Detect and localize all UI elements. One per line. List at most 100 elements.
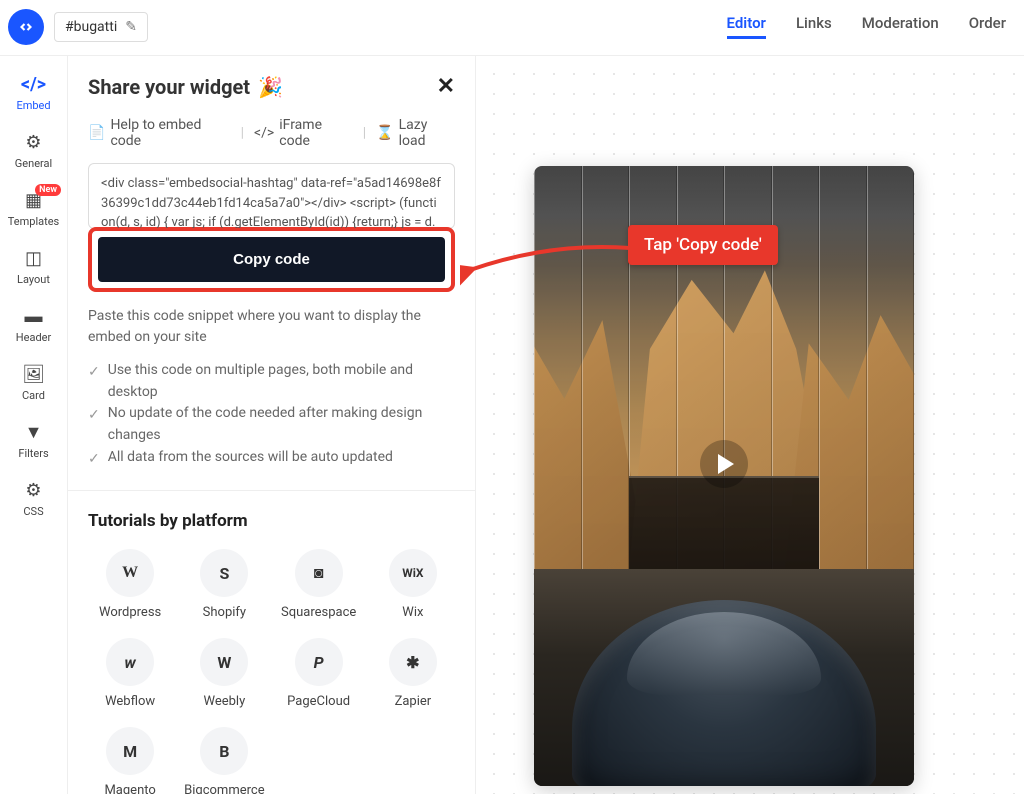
- platform-label: Magento: [104, 783, 155, 794]
- gear-icon: ⚙: [25, 480, 41, 501]
- check-item: ✓No update of the code needed after maki…: [88, 403, 455, 446]
- sidebar-item-header[interactable]: ▬ Header: [0, 298, 67, 352]
- platform-pagecloud[interactable]: PPageCloud: [277, 638, 361, 709]
- sidebar-item-card[interactable]: 🖼 Card: [0, 356, 67, 410]
- sidebar-item-filters[interactable]: ▼ Filters: [0, 414, 67, 468]
- platform-label: Shopify: [203, 605, 246, 620]
- zapier-icon: ✱: [389, 638, 437, 686]
- tab-moderation[interactable]: Moderation: [862, 14, 939, 39]
- check-icon: ✓: [88, 405, 100, 446]
- platform-squarespace[interactable]: ◙ Squarespace: [277, 549, 361, 620]
- pagecloud-icon: P: [295, 638, 343, 686]
- platform-label: Weebly: [204, 694, 246, 709]
- tab-editor[interactable]: Editor: [727, 14, 766, 39]
- wordpress-icon: W: [106, 549, 154, 597]
- check-icon: ✓: [88, 449, 100, 471]
- platform-zapier[interactable]: ✱ Zapier: [371, 638, 455, 709]
- tutorials-grid: WWordpress SShopify ◙Squarespace WiXWix …: [88, 549, 455, 794]
- help-embed-text: Help to embed code: [110, 117, 230, 149]
- panel-title-text: Share your widget: [88, 75, 250, 99]
- sidebar-label: General: [15, 157, 52, 170]
- top-bar: #bugatti ✎ Editor Links Moderation Order: [0, 0, 1024, 56]
- help-row: 📄 Help to embed code | </> iFrame code |…: [88, 117, 455, 149]
- check-text: All data from the sources will be auto u…: [108, 447, 393, 471]
- sidebar-label: Card: [22, 389, 45, 402]
- webflow-icon: w: [106, 638, 154, 686]
- iframe-code-link[interactable]: </> iFrame code: [254, 117, 353, 149]
- platform-label: Bigcommerce: [184, 783, 264, 794]
- platform-magento[interactable]: M Magento: [88, 727, 172, 794]
- preview-canvas: [476, 56, 1024, 794]
- separator: |: [241, 125, 244, 141]
- sidebar-label: Layout: [17, 273, 50, 286]
- edit-icon[interactable]: ✎: [125, 19, 137, 35]
- sidebar-item-templates[interactable]: New ▦ Templates: [0, 182, 67, 236]
- weebly-icon: W: [200, 638, 248, 686]
- sidebar-label: CSS: [23, 505, 43, 518]
- sidebar-item-embed[interactable]: </> Embed: [0, 66, 67, 120]
- new-badge: New: [35, 184, 61, 196]
- iframe-text: iFrame code: [279, 117, 352, 149]
- sidebar-label: Templates: [8, 215, 59, 228]
- card-icon: 🖼: [22, 364, 45, 385]
- divider: [68, 490, 475, 491]
- play-icon[interactable]: [700, 440, 748, 488]
- platform-bigcommerce[interactable]: B Bigcommerce: [182, 727, 266, 794]
- magento-icon: M: [106, 727, 154, 775]
- tab-order[interactable]: Order: [969, 14, 1006, 39]
- platform-label: Zapier: [395, 694, 432, 709]
- squarespace-icon: ◙: [295, 549, 343, 597]
- app-logo[interactable]: [8, 9, 44, 45]
- sidebar-item-css[interactable]: ⚙ CSS: [0, 472, 67, 526]
- separator: |: [363, 125, 366, 141]
- code-icon: </>: [254, 125, 274, 141]
- share-panel: Share your widget 🎉 ✕ 📄 Help to embed co…: [68, 56, 476, 794]
- help-embed-link[interactable]: 📄 Help to embed code: [88, 117, 231, 149]
- hourglass-icon: ⌛: [376, 125, 393, 141]
- sidebar-item-general[interactable]: ⚙ General: [0, 124, 67, 178]
- platform-label: Squarespace: [281, 605, 356, 620]
- platform-shopify[interactable]: S Shopify: [182, 549, 266, 620]
- check-icon: ✓: [88, 362, 100, 403]
- lazy-text: Lazy load: [399, 117, 455, 149]
- paste-hint: Paste this code snippet where you want t…: [88, 306, 455, 348]
- hashtag-text: #bugatti: [65, 19, 117, 35]
- platform-wordpress[interactable]: W Wordpress: [88, 549, 172, 620]
- layout-icon: ◫: [25, 248, 42, 269]
- check-item: ✓Use this code on multiple pages, both m…: [88, 360, 455, 403]
- shopify-icon: S: [200, 549, 248, 597]
- panel-header: Share your widget 🎉 ✕: [88, 74, 455, 99]
- platform-label: Wordpress: [99, 605, 161, 620]
- nav-tabs: Editor Links Moderation Order: [727, 14, 1006, 39]
- tab-links[interactable]: Links: [796, 14, 832, 39]
- file-icon: 📄: [88, 125, 105, 141]
- lazy-load-link[interactable]: ⌛ Lazy load: [376, 117, 455, 149]
- panel-title: Share your widget 🎉: [88, 75, 283, 99]
- funnel-icon: ▼: [25, 422, 43, 443]
- check-item: ✓ All data from the sources will be auto …: [88, 447, 455, 471]
- checks-list: ✓Use this code on multiple pages, both m…: [88, 360, 455, 470]
- sidebar-label: Filters: [18, 447, 48, 460]
- sidebar-item-layout[interactable]: ◫ Layout: [0, 240, 67, 294]
- check-text: Use this code on multiple pages, both mo…: [108, 360, 455, 403]
- bigcommerce-icon: B: [200, 727, 248, 775]
- check-text: No update of the code needed after makin…: [108, 403, 455, 446]
- left-sidebar: </> Embed ⚙ General New ▦ Templates ◫ La…: [0, 56, 68, 794]
- copy-code-button[interactable]: Copy code: [98, 237, 445, 282]
- platform-label: Webflow: [105, 694, 155, 709]
- hashtag-input[interactable]: #bugatti ✎: [54, 12, 148, 42]
- platform-wix[interactable]: WiXWix: [371, 549, 455, 620]
- close-icon[interactable]: ✕: [437, 74, 455, 99]
- wix-icon: WiX: [389, 549, 437, 597]
- code-icon: </>: [21, 74, 46, 95]
- embed-code-box[interactable]: <div class="embedsocial-hashtag" data-re…: [88, 163, 455, 229]
- annotation-callout: Tap 'Copy code': [628, 225, 778, 265]
- preview-car: [572, 600, 876, 786]
- top-bar-left: #bugatti ✎: [8, 9, 148, 45]
- sidebar-label: Embed: [16, 99, 50, 112]
- platform-weebly[interactable]: W Weebly: [182, 638, 266, 709]
- copy-highlight: Copy code: [88, 227, 455, 292]
- gear-icon: ⚙: [25, 132, 41, 153]
- tutorials-title: Tutorials by platform: [88, 511, 455, 531]
- platform-webflow[interactable]: w Webflow: [88, 638, 172, 709]
